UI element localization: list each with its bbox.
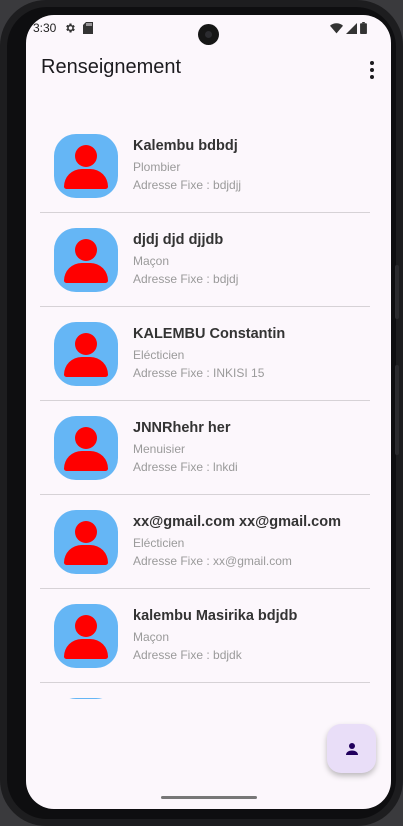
- worker-list-item-partial[interactable]: [40, 683, 370, 699]
- camera-cutout: [198, 24, 219, 45]
- worker-info: kalembu Masirika bdjdb Maçon Adresse Fixe …: [133, 608, 368, 662]
- screen: 3:30 Renseignement Kalembu bdbdj Plombie…: [26, 15, 391, 809]
- person-icon: [345, 742, 358, 755]
- battery-icon: [360, 22, 367, 34]
- gesture-nav-handle[interactable]: [161, 796, 257, 799]
- worker-profession: Menuisier: [133, 442, 186, 456]
- worker-info: xx@gmail.com xx@gmail.com Elécticien Adres…: [133, 514, 368, 568]
- sd-card-icon: [83, 22, 93, 34]
- avatar-head: [75, 521, 97, 543]
- worker-list[interactable]: Kalembu bdbdj Plombier Adresse Fixe : bdjd…: [40, 119, 370, 699]
- worker-profession: Elécticien: [133, 348, 185, 362]
- worker-address: Adresse Fixe : lnkdi: [133, 460, 238, 474]
- avatar-body: [64, 451, 108, 471]
- status-bar: 3:30: [26, 15, 391, 45]
- worker-list-item[interactable]: kalembu Masirika bdjdb Maçon Adresse Fixe …: [40, 589, 370, 683]
- avatar-body: [64, 263, 108, 283]
- add-worker-button[interactable]: [327, 724, 376, 773]
- avatar-head: [75, 239, 97, 261]
- volume-button: [395, 265, 399, 319]
- avatar-body: [64, 357, 108, 377]
- worker-address: Adresse Fixe : bdjdj: [133, 272, 239, 286]
- worker-name: Kalembu bdbdj: [133, 138, 238, 154]
- worker-list-item[interactable]: JNNRhehr her Menuisier Adresse Fixe : lnkd…: [40, 401, 370, 495]
- worker-info: KALEMBU Constantin Elécticien Adresse Fixe…: [133, 326, 368, 380]
- power-button: [395, 365, 399, 455]
- avatar-head: [75, 333, 97, 355]
- worker-list-item[interactable]: djdj djd djjdb Maçon Adresse Fixe : bdjdj: [40, 213, 370, 307]
- status-icons: [330, 22, 367, 34]
- worker-list-item[interactable]: xx@gmail.com xx@gmail.com Elécticien Adres…: [40, 495, 370, 589]
- avatar-head: [75, 615, 97, 637]
- avatar-body: [64, 545, 108, 565]
- avatar: [54, 416, 118, 480]
- avatar: [54, 510, 118, 574]
- avatar-head: [75, 145, 97, 167]
- worker-address: Adresse Fixe : bdjdjj: [133, 178, 242, 192]
- avatar: [54, 604, 118, 668]
- phone-frame: 3:30 Renseignement Kalembu bdbdj Plombie…: [0, 0, 403, 826]
- worker-name: KALEMBU Constantin: [133, 326, 286, 342]
- avatar: [54, 322, 118, 386]
- worker-list-item[interactable]: KALEMBU Constantin Elécticien Adresse Fixe…: [40, 307, 370, 401]
- worker-list-item[interactable]: Kalembu bdbdj Plombier Adresse Fixe : bdjd…: [40, 119, 370, 213]
- avatar-body: [64, 639, 108, 659]
- avatar: [54, 698, 118, 699]
- avatar: [54, 228, 118, 292]
- avatar-head: [75, 427, 97, 449]
- worker-address: Adresse Fixe : xx@gmail.com: [133, 554, 292, 568]
- avatar: [54, 134, 118, 198]
- worker-profession: Plombier: [133, 160, 181, 174]
- page-title: Renseignement: [41, 56, 182, 78]
- worker-profession: Elécticien: [133, 536, 185, 550]
- phone-bezel: 3:30 Renseignement Kalembu bdbdj Plombie…: [7, 7, 399, 819]
- worker-name: JNNRhehr her: [133, 420, 231, 436]
- worker-name: kalembu Masirika bdjdb: [133, 608, 298, 624]
- more-options-icon[interactable]: [363, 59, 381, 81]
- worker-name: xx@gmail.com xx@gmail.com: [133, 514, 341, 530]
- worker-info: djdj djd djjdb Maçon Adresse Fixe : bdjdj: [133, 232, 368, 286]
- signal-icon: [346, 22, 357, 34]
- worker-address: Adresse Fixe : bdjdk: [133, 648, 242, 662]
- worker-address: Adresse Fixe : INKISI 15: [133, 366, 265, 380]
- settings-icon: [66, 23, 75, 33]
- avatar-body: [64, 169, 108, 189]
- wifi-icon: [330, 22, 343, 33]
- worker-profession: Maçon: [133, 254, 170, 268]
- status-time: 3:30: [33, 21, 57, 35]
- worker-info: JNNRhehr her Menuisier Adresse Fixe : lnkd…: [133, 420, 368, 474]
- worker-info: Kalembu bdbdj Plombier Adresse Fixe : bdjd…: [133, 138, 368, 192]
- worker-profession: Maçon: [133, 630, 170, 644]
- worker-name: djdj djd djjdb: [133, 232, 224, 248]
